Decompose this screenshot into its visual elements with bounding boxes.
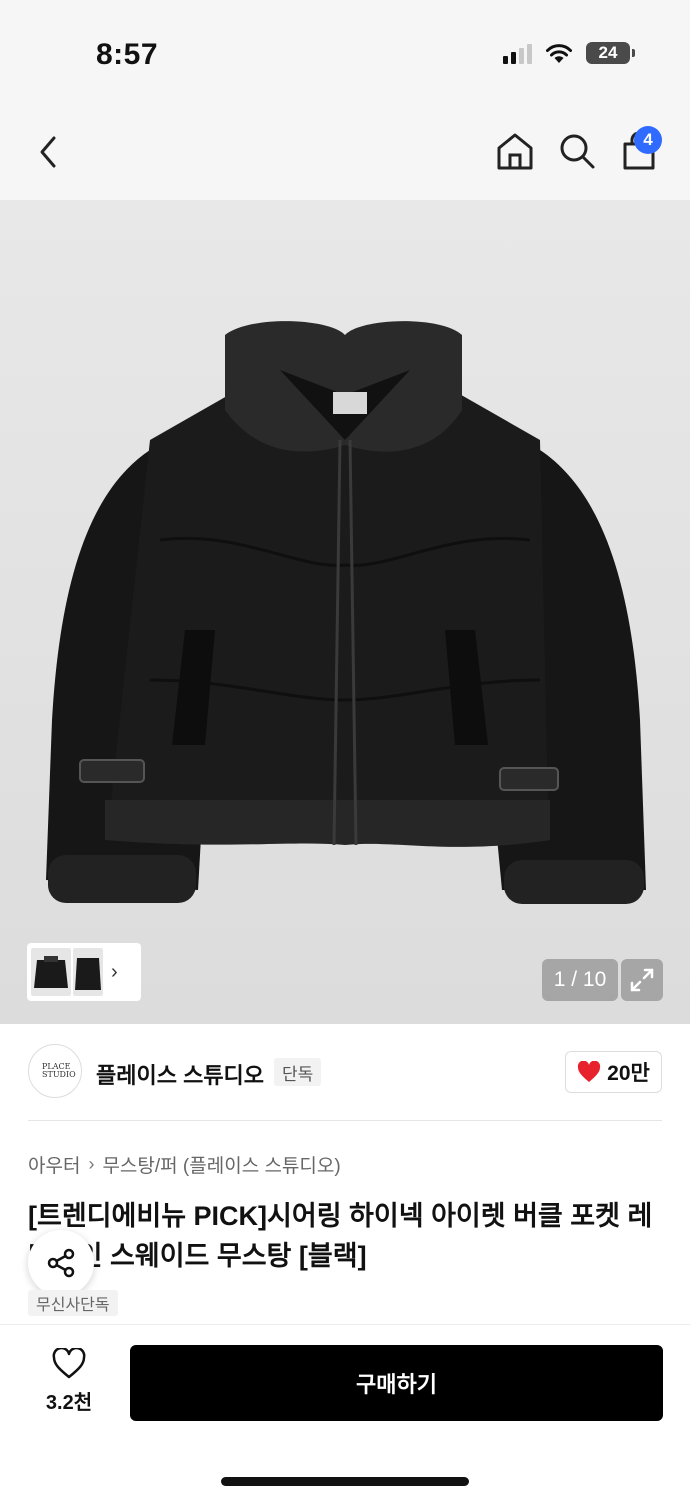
share-button[interactable] <box>28 1230 94 1296</box>
brand-logo-text: PLACE STUDIO <box>42 1062 76 1079</box>
breadcrumb-category[interactable]: 아우터 <box>28 1151 80 1178</box>
jacket-illustration <box>46 321 646 904</box>
musinsa-exclusive-badge: 무신사단독 <box>28 1290 118 1316</box>
home-indicator <box>221 1477 469 1486</box>
brand-name[interactable]: 플레이스 스튜디오 <box>96 1058 264 1090</box>
product-title: [트렌디에비뉴 PICK]시어링 하이넥 아이렛 버클 포켓 레더라인 스웨이드… <box>28 1201 653 1271</box>
search-icon[interactable] <box>556 130 598 172</box>
expand-icon <box>630 968 654 992</box>
cellular-signal-icon <box>503 42 532 64</box>
image-page-counter: 1 / 10 <box>542 959 618 1001</box>
wishlist-count: 3.2천 <box>45 1392 93 1414</box>
brand-like-button[interactable]: 20만 <box>565 1051 662 1093</box>
divider <box>28 1120 662 1121</box>
status-icons: 24 <box>503 42 635 64</box>
brand-like-count: 20만 <box>607 1062 650 1085</box>
wishlist-button[interactable]: 3.2천 <box>36 1348 102 1420</box>
home-icon[interactable] <box>494 130 536 172</box>
product-image[interactable] <box>0 200 690 1024</box>
breadcrumb: 아우터 › 무스탕/퍼 (플레이스 스튜디오) <box>28 1151 341 1178</box>
breadcrumb-subcategory[interactable]: 무스탕/퍼 (플레이스 스튜디오) <box>102 1151 340 1178</box>
share-icon <box>47 1248 75 1278</box>
brand-logo[interactable]: PLACE STUDIO <box>28 1044 82 1098</box>
status-time: 8:57 <box>96 38 159 71</box>
battery-icon: 24 <box>586 42 635 64</box>
heart-filled-icon <box>578 1061 601 1082</box>
buy-button[interactable]: 구매하기 <box>130 1345 663 1421</box>
expand-image-button[interactable] <box>621 959 663 1001</box>
chevron-right-icon[interactable]: › <box>111 961 118 984</box>
thumbnail-strip[interactable]: › <box>27 943 141 1001</box>
thumbnail-2[interactable] <box>73 948 103 996</box>
wifi-icon <box>546 44 572 63</box>
heart-outline-icon <box>52 1348 86 1379</box>
exclusive-tag: 단독 <box>274 1058 322 1086</box>
cart-count-badge: 4 <box>634 126 662 154</box>
thumbnail-1[interactable] <box>31 948 71 996</box>
back-icon[interactable] <box>30 130 70 174</box>
chevron-right-icon: › <box>88 1154 95 1174</box>
status-bar: 8:57 24 <box>0 0 690 100</box>
